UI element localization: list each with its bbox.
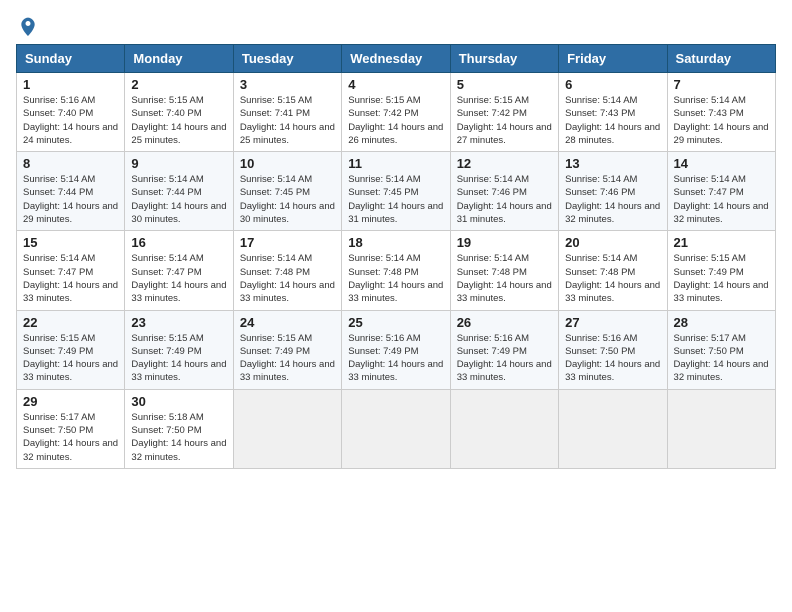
page-header xyxy=(16,16,776,36)
header-monday: Monday xyxy=(125,45,233,73)
day-28: 28Sunrise: 5:17 AMSunset: 7:50 PMDayligh… xyxy=(667,310,775,389)
day-3: 3Sunrise: 5:15 AMSunset: 7:41 PMDaylight… xyxy=(233,73,341,152)
day-empty xyxy=(559,389,667,468)
day-7: 7Sunrise: 5:14 AMSunset: 7:43 PMDaylight… xyxy=(667,73,775,152)
day-19: 19Sunrise: 5:14 AMSunset: 7:48 PMDayligh… xyxy=(450,231,558,310)
day-20: 20Sunrise: 5:14 AMSunset: 7:48 PMDayligh… xyxy=(559,231,667,310)
day-11: 11Sunrise: 5:14 AMSunset: 7:45 PMDayligh… xyxy=(342,152,450,231)
header-tuesday: Tuesday xyxy=(233,45,341,73)
day-empty xyxy=(450,389,558,468)
day-4: 4Sunrise: 5:15 AMSunset: 7:42 PMDaylight… xyxy=(342,73,450,152)
day-10: 10Sunrise: 5:14 AMSunset: 7:45 PMDayligh… xyxy=(233,152,341,231)
day-16: 16Sunrise: 5:14 AMSunset: 7:47 PMDayligh… xyxy=(125,231,233,310)
week-row-1: 8Sunrise: 5:14 AMSunset: 7:44 PMDaylight… xyxy=(17,152,776,231)
day-24: 24Sunrise: 5:15 AMSunset: 7:49 PMDayligh… xyxy=(233,310,341,389)
header-sunday: Sunday xyxy=(17,45,125,73)
day-23: 23Sunrise: 5:15 AMSunset: 7:49 PMDayligh… xyxy=(125,310,233,389)
logo xyxy=(16,16,38,36)
day-25: 25Sunrise: 5:16 AMSunset: 7:49 PMDayligh… xyxy=(342,310,450,389)
day-8: 8Sunrise: 5:14 AMSunset: 7:44 PMDaylight… xyxy=(17,152,125,231)
day-1: 1Sunrise: 5:16 AMSunset: 7:40 PMDaylight… xyxy=(17,73,125,152)
header-row: SundayMondayTuesdayWednesdayThursdayFrid… xyxy=(17,45,776,73)
day-5: 5Sunrise: 5:15 AMSunset: 7:42 PMDaylight… xyxy=(450,73,558,152)
day-26: 26Sunrise: 5:16 AMSunset: 7:49 PMDayligh… xyxy=(450,310,558,389)
week-row-4: 29Sunrise: 5:17 AMSunset: 7:50 PMDayligh… xyxy=(17,389,776,468)
day-17: 17Sunrise: 5:14 AMSunset: 7:48 PMDayligh… xyxy=(233,231,341,310)
week-row-0: 1Sunrise: 5:16 AMSunset: 7:40 PMDaylight… xyxy=(17,73,776,152)
header-wednesday: Wednesday xyxy=(342,45,450,73)
day-2: 2Sunrise: 5:15 AMSunset: 7:40 PMDaylight… xyxy=(125,73,233,152)
calendar: SundayMondayTuesdayWednesdayThursdayFrid… xyxy=(16,44,776,469)
week-row-2: 15Sunrise: 5:14 AMSunset: 7:47 PMDayligh… xyxy=(17,231,776,310)
day-18: 18Sunrise: 5:14 AMSunset: 7:48 PMDayligh… xyxy=(342,231,450,310)
day-30: 30Sunrise: 5:18 AMSunset: 7:50 PMDayligh… xyxy=(125,389,233,468)
day-empty xyxy=(233,389,341,468)
header-saturday: Saturday xyxy=(667,45,775,73)
day-empty xyxy=(342,389,450,468)
day-15: 15Sunrise: 5:14 AMSunset: 7:47 PMDayligh… xyxy=(17,231,125,310)
logo-icon xyxy=(18,16,38,36)
day-empty xyxy=(667,389,775,468)
day-13: 13Sunrise: 5:14 AMSunset: 7:46 PMDayligh… xyxy=(559,152,667,231)
day-9: 9Sunrise: 5:14 AMSunset: 7:44 PMDaylight… xyxy=(125,152,233,231)
day-14: 14Sunrise: 5:14 AMSunset: 7:47 PMDayligh… xyxy=(667,152,775,231)
day-6: 6Sunrise: 5:14 AMSunset: 7:43 PMDaylight… xyxy=(559,73,667,152)
week-row-3: 22Sunrise: 5:15 AMSunset: 7:49 PMDayligh… xyxy=(17,310,776,389)
day-22: 22Sunrise: 5:15 AMSunset: 7:49 PMDayligh… xyxy=(17,310,125,389)
header-thursday: Thursday xyxy=(450,45,558,73)
day-21: 21Sunrise: 5:15 AMSunset: 7:49 PMDayligh… xyxy=(667,231,775,310)
day-27: 27Sunrise: 5:16 AMSunset: 7:50 PMDayligh… xyxy=(559,310,667,389)
header-friday: Friday xyxy=(559,45,667,73)
day-29: 29Sunrise: 5:17 AMSunset: 7:50 PMDayligh… xyxy=(17,389,125,468)
day-12: 12Sunrise: 5:14 AMSunset: 7:46 PMDayligh… xyxy=(450,152,558,231)
